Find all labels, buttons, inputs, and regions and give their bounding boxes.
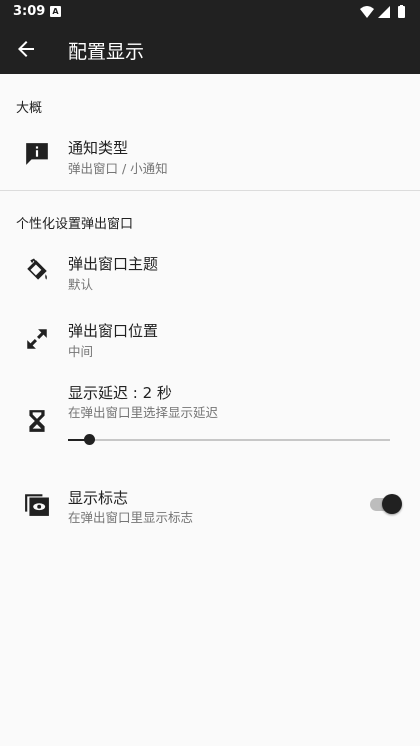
show-logo-title: 显示标志 bbox=[68, 489, 129, 507]
page-title: 配置显示 bbox=[68, 41, 145, 63]
popup-position-title: 弹出窗口位置 bbox=[68, 322, 159, 340]
wifi-icon bbox=[360, 6, 374, 18]
notification-type-summary: 弹出窗口 / 小通知 bbox=[68, 161, 168, 176]
paint-bucket-icon bbox=[27, 258, 47, 280]
notification-type-item[interactable]: 通知类型 弹出窗口 / 小通知 bbox=[0, 130, 420, 180]
hourglass-icon bbox=[29, 410, 45, 432]
display-delay-slider[interactable] bbox=[68, 434, 390, 445]
section-divider bbox=[0, 190, 420, 191]
toggle-knob bbox=[382, 494, 402, 514]
notification-type-title: 通知类型 bbox=[68, 139, 129, 157]
show-logo-toggle[interactable] bbox=[370, 492, 404, 516]
status-time: 3:09 bbox=[13, 4, 46, 19]
popup-theme-item[interactable]: 弹出窗口主题 默认 bbox=[0, 246, 420, 296]
app-bar: 配置显示 bbox=[0, 24, 420, 74]
arrow-back-icon[interactable] bbox=[14, 37, 38, 61]
popup-theme-summary: 默认 bbox=[68, 277, 94, 292]
system-status-icons bbox=[360, 5, 405, 18]
show-logo-summary: 在弹出窗口里显示标志 bbox=[68, 510, 194, 525]
section-header-general: 大概 bbox=[16, 101, 43, 116]
slider-thumb[interactable] bbox=[83, 434, 95, 445]
popup-position-summary: 中间 bbox=[68, 344, 94, 359]
logo-eye-icon bbox=[25, 494, 49, 516]
announcement-icon bbox=[26, 143, 48, 165]
display-delay-summary: 在弹出窗口里选择显示延迟 bbox=[68, 405, 219, 420]
status-bar: 3:09 A bbox=[0, 0, 420, 24]
slider-track bbox=[68, 439, 390, 441]
popup-theme-title: 弹出窗口主题 bbox=[68, 255, 159, 273]
show-logo-item[interactable]: 显示标志 在弹出窗口里显示标志 bbox=[0, 482, 420, 532]
section-header-personalize: 个性化设置弹出窗口 bbox=[16, 217, 134, 232]
popup-position-item[interactable]: 弹出窗口位置 中间 bbox=[0, 313, 420, 363]
arrows-diagonal-icon bbox=[27, 329, 47, 349]
battery-icon bbox=[398, 6, 405, 18]
signal-icon bbox=[378, 6, 390, 18]
notification-icon: A bbox=[50, 6, 61, 17]
display-delay-title: 显示延迟 : 2 秒 bbox=[68, 384, 172, 402]
